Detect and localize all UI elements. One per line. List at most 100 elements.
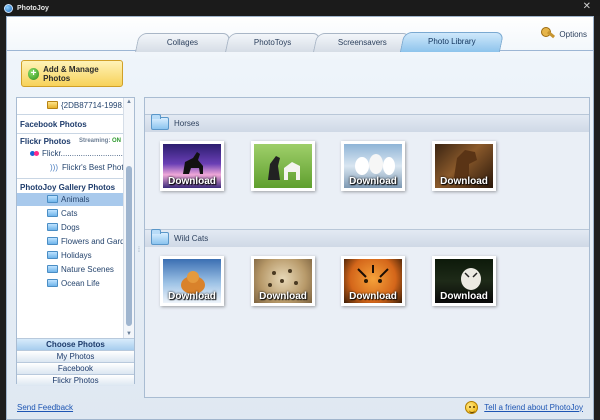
tab-label: Screensavers (337, 38, 387, 47)
folder-icon (151, 114, 169, 130)
tab-strip: Collages PhotoToys Screensavers Photo Li… (7, 17, 593, 52)
tree-item-label: Animals (61, 195, 90, 204)
download-label: Download (349, 176, 397, 187)
divider (17, 133, 124, 134)
send-feedback-link[interactable]: Send Feedback (17, 403, 73, 412)
tree-item-animals[interactable]: Animals (17, 193, 124, 206)
group-title: Horses (174, 119, 200, 128)
window-title: PhotoJoy (17, 4, 49, 12)
folder-icon (47, 100, 58, 109)
tree-item-nature-scenes[interactable]: Nature Scenes (17, 263, 124, 276)
photo-thumbnail[interactable]: Download (341, 256, 405, 306)
photo-thumbnail[interactable]: Download (251, 256, 315, 306)
photo-thumbnail[interactable]: Download (341, 141, 405, 191)
facebook-photos-header[interactable]: Facebook Photos (17, 118, 124, 131)
add-manage-photos-button[interactable]: + Add & Manage Photos (21, 60, 123, 87)
download-label: Download (168, 291, 216, 302)
flickr-photos-button[interactable]: Flickr Photos (17, 374, 134, 386)
tree-item-label: Flowers and Gard... (61, 237, 124, 246)
group-header-wild-cats[interactable]: Wild Cats (145, 229, 589, 247)
app-icon (4, 3, 13, 13)
folder-icon (47, 236, 58, 245)
horse-photo: Download (435, 144, 493, 188)
panel-splitter[interactable]: ⁞ (138, 247, 140, 254)
close-icon[interactable]: ✕ (583, 1, 591, 12)
title-bar: PhotoJoy ✕ (0, 0, 600, 16)
tree-item-label: Cats (61, 209, 78, 218)
my-photos-button[interactable]: My Photos (17, 350, 134, 362)
scroll-up-arrow-icon[interactable]: ▲ (126, 99, 132, 105)
scrollbar-thumb[interactable] (126, 166, 132, 326)
photo-thumbnail[interactable]: Download (432, 141, 496, 191)
wild-cat-photo: Download (163, 259, 221, 303)
flickr-logo-icon (30, 151, 39, 157)
download-label: Download (349, 291, 397, 302)
tree-item-label: Nature Scenes (61, 265, 114, 274)
folder-icon (47, 250, 58, 259)
tell-friend-area: Tell a friend about PhotoJoy (465, 400, 583, 414)
group-title: Wild Cats (174, 234, 209, 243)
horses-icon (268, 156, 300, 180)
options-label: Options (559, 29, 587, 39)
tree-item-holidays[interactable]: Holidays (17, 249, 124, 262)
tree-item-label: {2DB87714-1998... (61, 101, 124, 110)
tab-collages[interactable]: Collages (134, 33, 232, 52)
flickr-header-label: Flickr Photos (20, 137, 71, 146)
photo-thumbnail[interactable] (251, 141, 315, 191)
tab-label: Photo Library (428, 37, 476, 46)
tab-photo-library[interactable]: Photo Library (399, 32, 505, 52)
folder-icon (47, 194, 58, 203)
photo-thumbnail[interactable]: Download (160, 256, 224, 306)
app-frame: Collages PhotoToys Screensavers Photo Li… (6, 16, 594, 420)
tab-screensavers[interactable]: Screensavers (312, 33, 412, 52)
sidebar-scrollbar[interactable]: ▲ ▼ (123, 98, 134, 338)
wild-cat-photo: Download (435, 259, 493, 303)
folder-icon (151, 229, 169, 245)
streaming-value: ON (112, 138, 121, 144)
wrench-icon (541, 27, 555, 41)
wild-cat-photo: Download (254, 259, 312, 303)
wild-cat-photo: Download (344, 259, 402, 303)
broadcast-icon: ))) (50, 163, 58, 172)
folder-icon (47, 208, 58, 217)
footer-bar: Send Feedback Tell a friend about PhotoJ… (7, 395, 593, 419)
tree-item-cats[interactable]: Cats (17, 207, 124, 220)
tree-item-label: Holidays (61, 251, 92, 260)
tree-item-dogs[interactable]: Dogs (17, 221, 124, 234)
download-label: Download (259, 291, 307, 302)
divider (17, 114, 124, 115)
download-label: Download (168, 176, 216, 187)
download-label: Download (440, 176, 488, 187)
choose-photos-button[interactable]: Choose Photos (17, 338, 134, 350)
tab-phototoys[interactable]: PhotoToys (224, 33, 322, 52)
folder-icon (47, 222, 58, 231)
tell-friend-link[interactable]: Tell a friend about PhotoJoy (484, 403, 583, 412)
tree-item-label: Ocean Life (61, 279, 100, 288)
scroll-down-arrow-icon[interactable]: ▼ (126, 331, 132, 337)
streaming-label: Streaming: (78, 138, 111, 144)
folder-icon (47, 278, 58, 287)
photo-gallery-panel: Horses Download Download Download Wild C… (144, 97, 590, 398)
library-sidebar: {2DB87714-1998... Facebook Photos Flickr… (16, 97, 135, 386)
horse-photo: Download (344, 144, 402, 188)
tree-item-ocean-life[interactable]: Ocean Life (17, 277, 124, 290)
folder-icon (47, 264, 58, 273)
tree-item-flickr-best[interactable]: ))) Flickr's Best Photos (17, 161, 124, 174)
smiley-icon (465, 400, 479, 414)
tree-item-guid-folder[interactable]: {2DB87714-1998... (17, 99, 124, 112)
tree-item-label: Flickr............................... (42, 149, 124, 158)
tree-item-flowers[interactable]: Flowers and Gard... (17, 235, 124, 248)
download-label: Download (440, 291, 488, 302)
tree-item-label: Dogs (61, 223, 80, 232)
tree-item-label: Flickr's Best Photos (62, 163, 124, 172)
tab-label: Collages (167, 38, 199, 47)
horse-photo: Download (163, 144, 221, 188)
photo-thumbnail[interactable]: Download (432, 256, 496, 306)
group-header-horses[interactable]: Horses (145, 114, 589, 132)
photo-thumbnail[interactable]: Download (160, 141, 224, 191)
facebook-button[interactable]: Facebook (17, 362, 134, 374)
options-button[interactable]: Options (541, 27, 587, 41)
tab-label: PhotoToys (254, 38, 292, 47)
plus-icon: + (28, 67, 40, 80)
tree-item-flickr[interactable]: Flickr............................... (17, 147, 124, 160)
